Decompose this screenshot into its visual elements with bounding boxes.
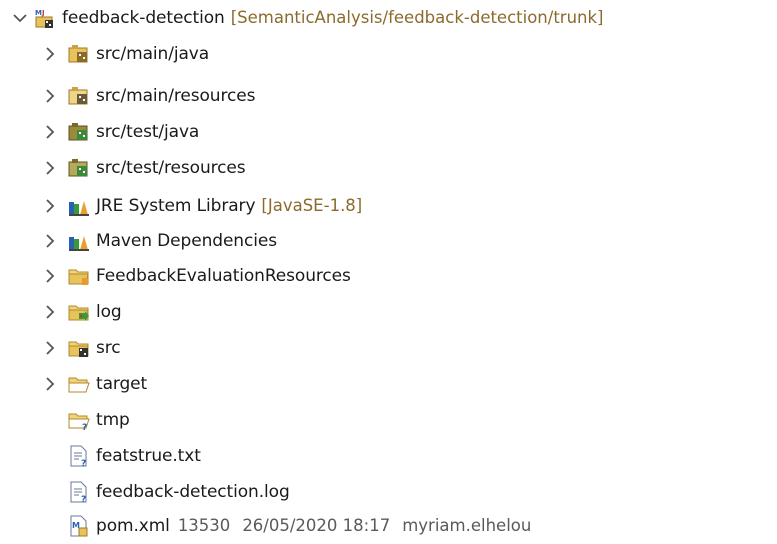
chevron-right-icon[interactable] — [40, 302, 60, 322]
folder-icon — [68, 265, 90, 287]
chevron-right-icon[interactable] — [40, 158, 60, 178]
tree-item-maven-dependencies[interactable]: Maven Dependencies — [40, 226, 277, 256]
tree-item-label: src/main/resources — [96, 86, 256, 106]
tree-item-log[interactable]: log — [40, 297, 122, 327]
tree-item-label: featstrue.txt — [96, 446, 201, 466]
tree-item-target[interactable]: target — [40, 369, 147, 399]
chevron-right-icon[interactable] — [40, 86, 60, 106]
chevron-right-icon[interactable] — [40, 266, 60, 286]
chevron-right-icon[interactable] — [40, 44, 60, 64]
tree-item-feedback-detection-log[interactable]: ? feedback-detection.log — [40, 477, 290, 507]
tree-item-label: pom.xml — [96, 516, 170, 536]
jre-version-decoration: [JavaSE-1.8] — [261, 196, 363, 215]
chevron-right-icon[interactable] — [40, 196, 60, 216]
tree-item-label: Maven Dependencies — [96, 231, 277, 251]
svn-info-decoration: 13530 26/05/2020 18:17 myriam.elhelou — [178, 511, 544, 541]
library-icon — [68, 230, 90, 252]
tree-item-src[interactable]: src — [40, 333, 121, 363]
maven-pom-icon: M — [68, 515, 90, 537]
open-folder-icon — [68, 373, 90, 395]
svg-text:?: ? — [82, 423, 87, 431]
chevron-down-icon[interactable] — [10, 8, 30, 28]
tree-item-label: src/main/java — [96, 44, 210, 64]
svg-text:?: ? — [81, 495, 86, 503]
svn-date: 26/05/2020 18:17 — [242, 516, 391, 535]
svg-text:J: J — [41, 9, 45, 17]
tree-item-feedback-evaluation-resources[interactable]: FeedbackEvaluationResources — [40, 261, 351, 291]
project-root-row[interactable]: M J feedback-detection [SemanticAnalysis… — [10, 3, 603, 33]
tree-item-src-main-java[interactable]: src/main/java — [40, 39, 209, 69]
log-folder-icon — [68, 301, 90, 323]
chevron-right-icon[interactable] — [40, 338, 60, 358]
svg-text:M: M — [35, 9, 42, 17]
tree-item-src-test-java[interactable]: src/test/java — [40, 117, 199, 147]
svn-revision: 13530 — [177, 516, 231, 535]
svg-text:?: ? — [81, 459, 86, 467]
chevron-right-icon[interactable] — [40, 231, 60, 251]
svn-author: myriam.elhelou — [402, 516, 532, 535]
project-name: feedback-detection — [62, 8, 225, 28]
source-folder-icon — [68, 337, 90, 359]
tree-item-pom-xml[interactable]: M pom.xml 13530 26/05/2020 18:17 myriam.el… — [40, 511, 543, 541]
text-file-icon: ? — [68, 481, 90, 503]
chevron-right-icon[interactable] — [40, 122, 60, 142]
project-location: [SemanticAnalysis/feedback-detection/tru… — [230, 8, 604, 27]
tree-item-label: JRE System Library — [96, 196, 256, 216]
tree-item-jre-system-library[interactable]: JRE System Library [JavaSE-1.8] — [40, 191, 362, 221]
text-file-icon: ? — [68, 445, 90, 467]
tree-item-featstrue-txt[interactable]: ? featstrue.txt — [40, 441, 201, 471]
tree-item-label: log — [96, 302, 122, 322]
tree-item-label: FeedbackEvaluationResources — [96, 266, 351, 286]
tree-item-label: target — [96, 374, 148, 394]
tree-item-label: src — [96, 338, 121, 358]
tree-item-tmp[interactable]: ? tmp — [40, 405, 130, 435]
tree-item-label: src/test/resources — [96, 158, 246, 178]
package-folder-icon — [68, 43, 90, 65]
tree-item-src-test-resources[interactable]: src/test/resources — [40, 153, 246, 183]
test-resource-folder-icon — [68, 157, 90, 179]
maven-project-icon: M J — [34, 7, 56, 29]
library-icon — [68, 195, 90, 217]
unversioned-folder-icon: ? — [68, 409, 90, 431]
chevron-right-icon[interactable] — [40, 374, 60, 394]
tree-item-label: feedback-detection.log — [96, 482, 290, 502]
tree-item-label: src/test/java — [96, 122, 200, 142]
test-package-folder-icon — [68, 121, 90, 143]
tree-item-src-main-resources[interactable]: src/main/resources — [40, 81, 255, 111]
tree-item-label: tmp — [96, 410, 130, 430]
resource-folder-icon — [68, 85, 90, 107]
